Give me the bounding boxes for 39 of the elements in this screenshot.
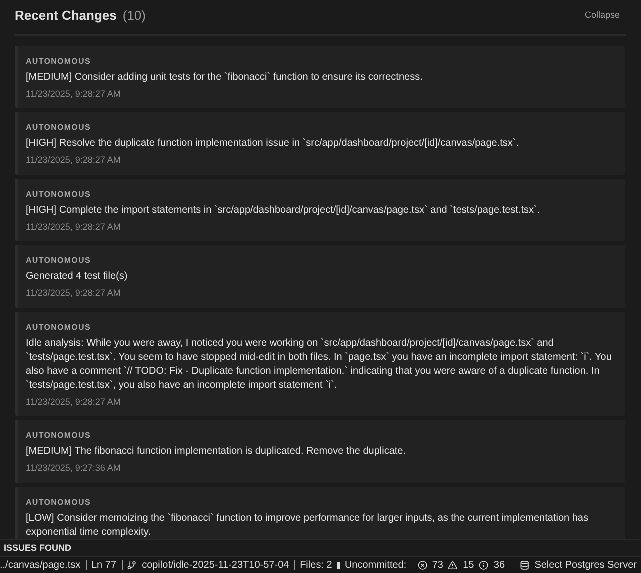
section-title: Recent Changes [15,7,117,25]
files-count: Files: 2 [300,558,332,572]
info-count[interactable]: 36 [494,558,506,572]
change-message: Idle analysis: While you were away, I noticed you were working on `src/app/dashboard/project/[id]/canvas/page.tsx` and `tests/page.test.tsx`. You seem to have stopped mid-edit in both files. In `page.tsx` you have an incomplete import statement: `i`. You also have a comment `// TODO: Fix - Duplicate function implementation.` indicating that you were aware of a duplicate function. In `tests/page.test.tsx`, you also have an incomplete import statement `i`. [26,336,613,392]
error-icon [418,560,428,570]
database-icon [520,560,530,570]
timestamp: 11/23/2025, 9:28:27 AM [26,220,122,234]
bar-icon [337,562,340,568]
source-label: AUTONOMOUS [26,188,92,200]
change-count: (10) [122,7,146,25]
collapse-button[interactable]: Collapse [584,9,620,22]
timestamp: 11/23/2025, 9:28:27 AM [26,396,122,408]
change-message: [LOW] Consider memoizing the `fibonacci` function to improve performance for larger inputs, as the current implementation has exponential time complexity. [26,512,590,539]
line-number[interactable]: Ln 77 [91,558,117,572]
info-icon [479,560,489,570]
source-label: AUTONOMOUS [26,122,92,134]
file-path[interactable]: ../canvas/page.tsx [0,558,81,572]
change-message: Generated 4 test file(s) [26,270,129,284]
branch-name[interactable]: copilot/idle-2025-11-23T10-57-04 [142,558,290,572]
uncommitted-label: Uncommitted: [344,558,407,572]
branch-icon [127,560,138,570]
change-message: [HIGH] Resolve the duplicate function implementation issue in `src/app/dashboard/project/[id]/canvas/page.tsx`. [26,137,520,151]
change-message: [HIGH] Complete the import statements in `src/app/dashboard/project/[id]/canvas/page.tsx` and `tests/page.test.tsx`. [26,204,542,218]
timestamp: 11/23/2025, 9:27:36 AM [26,462,122,475]
source-label: AUTONOMOUS [26,496,92,508]
change-message: [MEDIUM] The fibonacci function implementation is duplicated. Remove the duplicate. [26,445,408,459]
source-label: AUTONOMOUS [26,255,92,267]
warning-count[interactable]: 15 [463,558,474,572]
timestamp: 11/23/2025, 9:28:27 AM [26,287,122,300]
source-label: AUTONOMOUS [26,322,92,334]
error-count[interactable]: 73 [432,558,444,572]
timestamp: 11/23/2025, 9:28:27 AM [26,88,122,100]
source-label: AUTONOMOUS [26,430,92,442]
timestamp: 11/23/2025, 9:28:27 AM [26,154,122,167]
source-label: AUTONOMOUS [26,56,92,68]
warning-icon [448,560,458,570]
change-message: [MEDIUM] Consider adding unit tests for the `fibonacci` function to ensure its correctness. [26,70,424,84]
server-selector[interactable]: Select Postgres Server [534,558,637,572]
panel-title: ISSUES FOUND [4,542,72,554]
